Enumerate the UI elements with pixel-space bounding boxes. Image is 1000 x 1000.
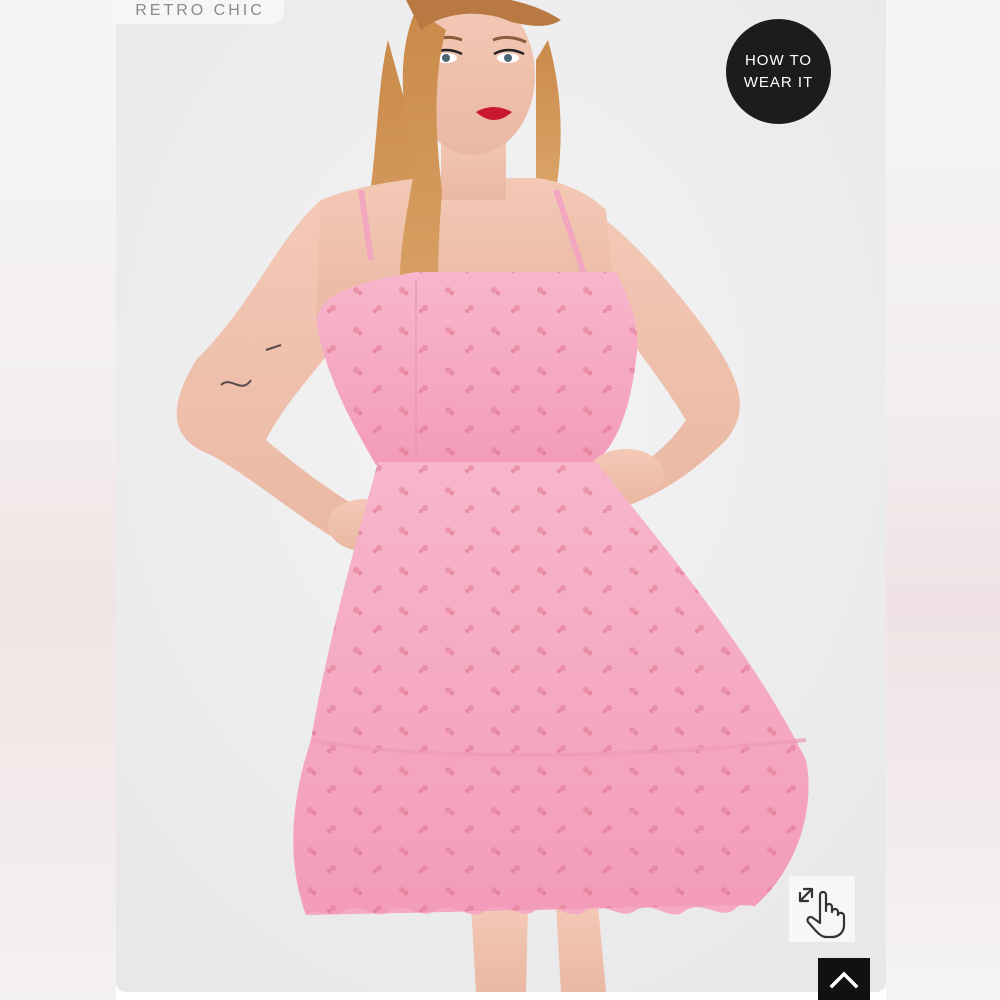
- how-to-wear-line1: HOW TO: [744, 51, 813, 69]
- right-blurred-backdrop: [886, 0, 1000, 1000]
- left-blurred-backdrop: [0, 0, 116, 1000]
- scroll-to-top-button[interactable]: [818, 958, 870, 1000]
- chevron-up-icon: [829, 971, 859, 989]
- how-to-wear-button[interactable]: HOW TO WEAR IT: [726, 19, 831, 124]
- how-to-wear-line2: WEAR IT: [743, 73, 814, 91]
- brand-label-text: RETRO CHIC: [135, 2, 265, 19]
- product-photo[interactable]: RETRO CHIC HOW TO WEAR IT: [116, 0, 886, 992]
- zoom-button[interactable]: [789, 876, 855, 942]
- brand-label: RETRO CHIC: [116, 0, 284, 24]
- hand-pointer-expand-icon: [798, 887, 846, 939]
- model-dress-illustration: [116, 0, 886, 992]
